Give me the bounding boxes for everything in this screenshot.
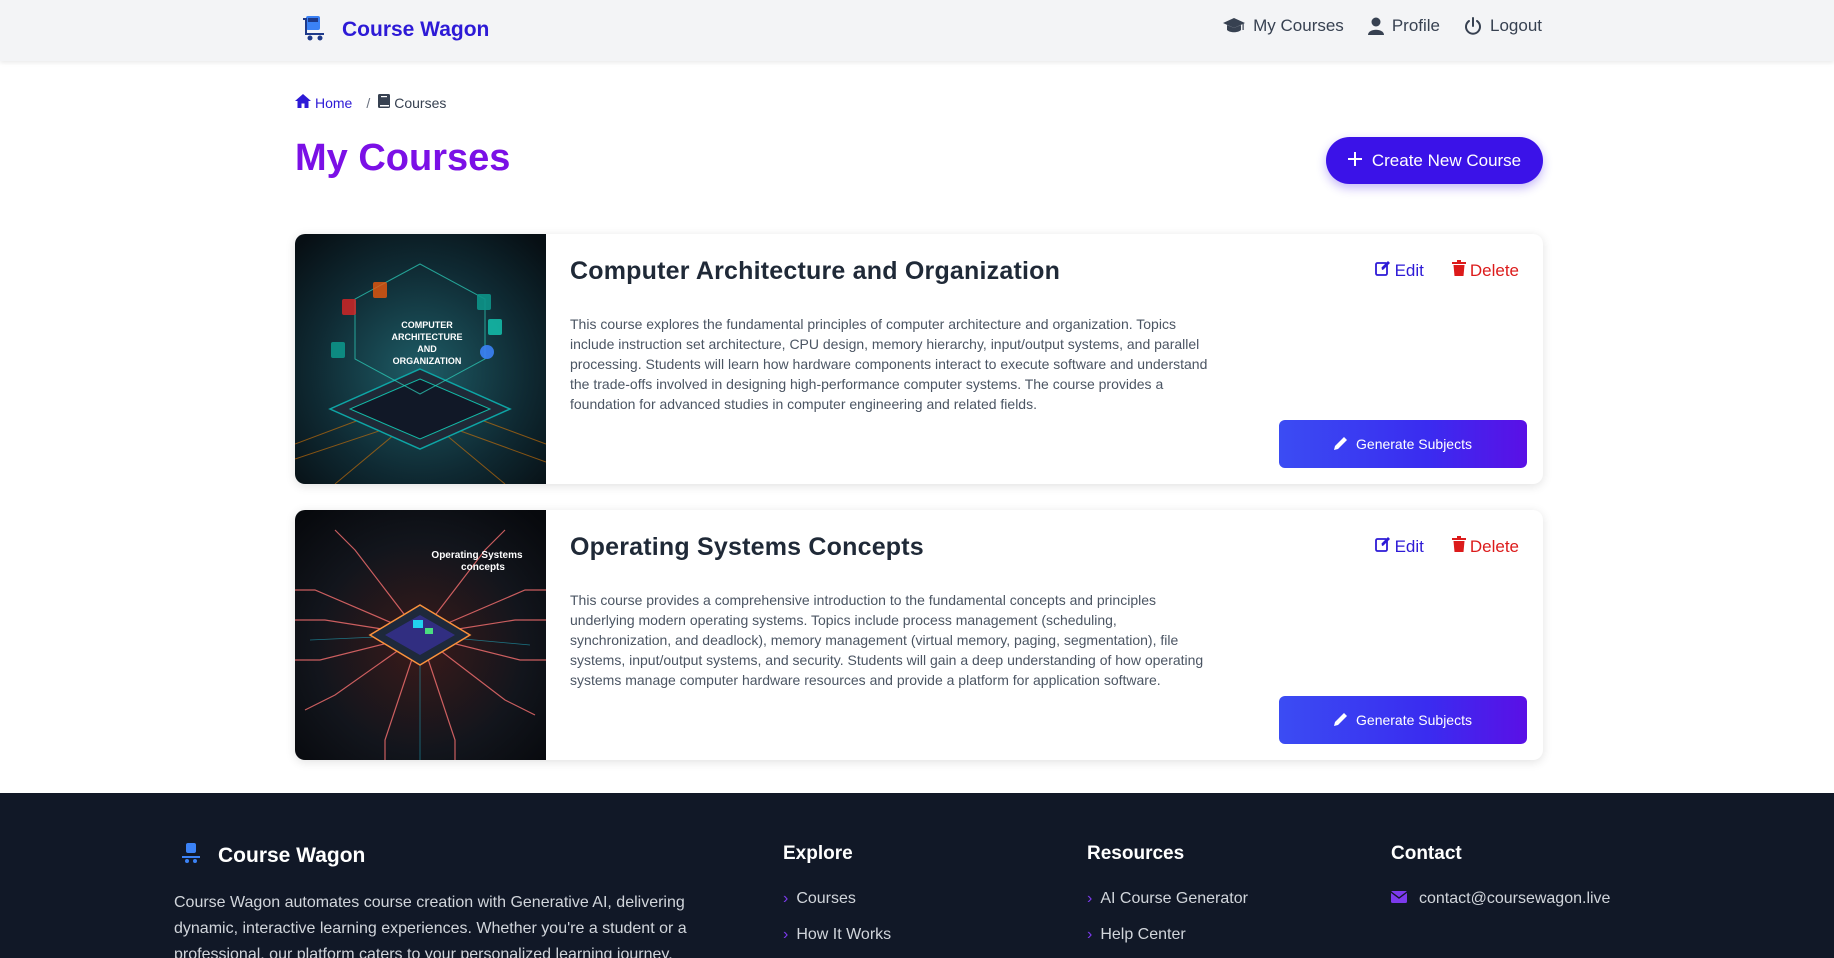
footer-explore-heading: Explore [783,843,853,864]
course-actions: Edit Delete [1374,536,1519,557]
site-footer: Course Wagon Course Wagon automates cour… [0,793,1834,958]
edit-icon [1374,260,1391,281]
thumbnail-caption-line-4: ORGANIZATION [393,356,462,366]
edit-button[interactable]: Edit [1374,536,1424,557]
top-navbar: Course Wagon My Courses Profile Logout [0,0,1834,61]
main-nav: My Courses Profile Logout [1223,16,1542,36]
generate-subjects-label: Generate Subjects [1356,712,1472,728]
home-icon [295,94,311,111]
plus-icon [1347,151,1362,171]
edit-label: Edit [1394,536,1424,556]
chevron-right-icon: › [1087,926,1093,943]
thumbnail-caption-line-1: Operating Systems [431,550,523,561]
footer-brand[interactable]: Course Wagon [182,843,365,868]
course-actions: Edit Delete [1374,260,1519,281]
page-title: My Courses [295,137,511,179]
nav-my-courses[interactable]: My Courses [1223,16,1344,36]
footer-link-help-center[interactable]: › Help Center [1087,917,1248,953]
breadcrumb-home[interactable]: Home [295,94,352,111]
edit-icon [1374,536,1391,557]
nav-logout[interactable]: Logout [1464,16,1542,36]
nav-my-courses-label: My Courses [1253,16,1344,35]
course-description: This course provides a comprehensive int… [570,592,1204,688]
nav-logout-label: Logout [1490,16,1542,35]
trash-icon [1451,260,1466,281]
power-icon [1464,17,1482,35]
footer-brand-title: Course Wagon [218,843,366,867]
course-title[interactable]: Operating Systems Concepts [570,533,924,562]
breadcrumb-home-label: Home [315,94,353,111]
footer-link-how-it-works[interactable]: › How It Works [783,917,891,953]
brand-title: Course Wagon [342,18,490,41]
nav-profile[interactable]: Profile [1367,16,1440,36]
delete-label: Delete [1469,536,1519,556]
breadcrumb: Home / Courses [295,94,446,111]
breadcrumb-separator: / [366,94,371,111]
nav-profile-label: Profile [1391,16,1440,35]
thumbnail-caption-line-1: COMPUTER [401,320,453,330]
delete-button[interactable]: Delete [1451,260,1519,281]
breadcrumb-current-label: Courses [394,94,447,111]
course-thumbnail: COMPUTER ARCHITECTURE AND ORGANIZATION [295,234,546,484]
footer-contact: Contact contact@coursewagon.live [1390,843,1611,917]
footer-link-label: Help Center [1100,926,1186,943]
generate-subjects-button[interactable]: Generate Subjects [1279,420,1527,468]
book-icon [378,94,391,111]
footer-contact-email-label: contact@coursewagon.live [1419,890,1611,907]
course-description: This course explores the fundamental pri… [570,316,1208,412]
generate-subjects-button[interactable]: Generate Subjects [1279,696,1527,744]
pencil-icon [1334,436,1348,453]
envelope-icon [1390,890,1408,908]
footer-explore: Explore › Courses › How It Works [783,843,891,953]
course-card: Operating Systems concepts Operating Sys… [295,510,1543,760]
thumbnail-caption-line-2: ARCHITECTURE [392,332,463,342]
course-thumbnail: Operating Systems concepts [295,510,546,760]
graduation-cap-icon [1223,18,1246,34]
footer-link-label: Courses [796,890,856,907]
pencil-icon [1334,712,1348,729]
course-title[interactable]: Computer Architecture and Organization [570,257,1060,286]
user-icon [1367,17,1384,35]
create-new-course-label: Create New Course [1371,150,1522,170]
wagon-logo-icon [182,843,200,868]
delete-label: Delete [1469,260,1519,280]
footer-link-label: How It Works [796,926,892,943]
breadcrumb-current: Courses [378,94,446,111]
footer-link-courses[interactable]: › Courses [783,881,891,917]
footer-contact-email[interactable]: contact@coursewagon.live [1390,881,1611,917]
footer-description: Course Wagon automates course creation w… [174,894,687,958]
chevron-right-icon: › [783,926,789,943]
trash-icon [1451,536,1466,557]
chevron-right-icon: › [783,890,789,907]
thumbnail-caption-line-2: concepts [461,562,505,573]
course-card: COMPUTER ARCHITECTURE AND ORGANIZATION C… [295,234,1543,484]
brand-link[interactable]: Course Wagon [302,14,489,46]
delete-button[interactable]: Delete [1451,536,1519,557]
thumbnail-caption-line-3: AND [417,344,437,354]
create-new-course-button[interactable]: Create New Course [1326,137,1543,184]
footer-link-label: AI Course Generator [1100,890,1248,907]
edit-button[interactable]: Edit [1374,260,1424,281]
generate-subjects-label: Generate Subjects [1356,436,1472,452]
footer-resources-heading: Resources [1087,843,1185,864]
footer-resources: Resources › AI Course Generator › Help C… [1087,843,1248,953]
footer-contact-heading: Contact [1391,843,1462,864]
chevron-right-icon: › [1087,890,1093,907]
footer-link-ai-course-generator[interactable]: › AI Course Generator [1087,881,1248,917]
edit-label: Edit [1394,260,1424,280]
wagon-logo-icon [302,14,328,47]
